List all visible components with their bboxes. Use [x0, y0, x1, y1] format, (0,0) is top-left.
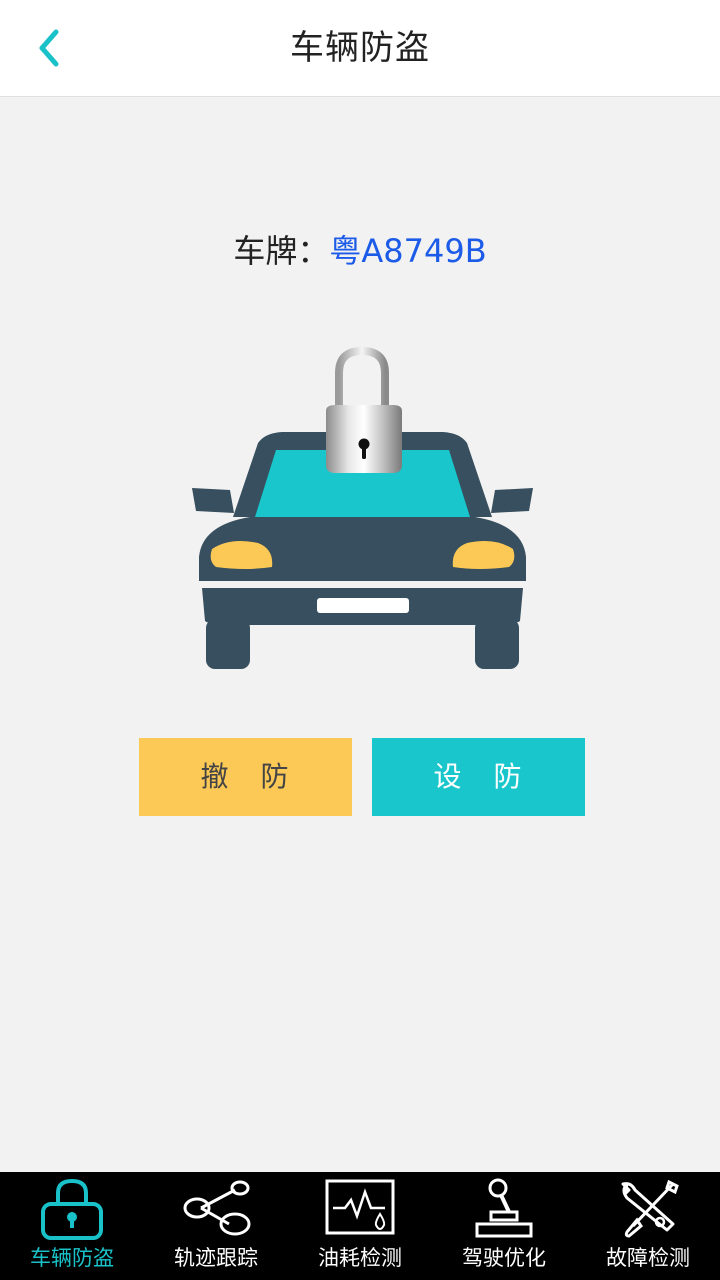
tab-driving-optimization[interactable]: 驾驶优化 — [432, 1172, 576, 1280]
share-nodes-icon — [183, 1180, 251, 1236]
tab-label: 故障检测 — [606, 1246, 690, 1270]
bottom-tab-bar: 车辆防盗 轨迹跟踪 油耗检测 驾驶优化 故障检测 — [0, 1172, 720, 1280]
tools-icon — [621, 1179, 679, 1238]
tab-fault-detection[interactable]: 故障检测 — [576, 1172, 720, 1280]
lock-icon — [41, 1178, 103, 1240]
tab-label: 车辆防盗 — [30, 1246, 114, 1270]
header-bar: 车辆防盗 — [0, 0, 720, 97]
fuel-monitor-icon — [325, 1179, 395, 1235]
disarm-button[interactable]: 撤 防 — [139, 738, 352, 816]
car-with-padlock-illustration — [192, 346, 533, 669]
tab-label: 驾驶优化 — [462, 1246, 546, 1270]
tab-track-tracking[interactable]: 轨迹跟踪 — [144, 1172, 288, 1280]
tab-label: 轨迹跟踪 — [174, 1246, 258, 1270]
arm-button[interactable]: 设 防 — [372, 738, 585, 816]
tab-vehicle-antitheft[interactable]: 车辆防盗 — [0, 1172, 144, 1280]
tab-label: 油耗检测 — [318, 1246, 402, 1270]
plate-row: 车牌：粤A8749B — [0, 226, 720, 276]
tab-fuel-consumption[interactable]: 油耗检测 — [288, 1172, 432, 1280]
plate-number: 粤A8749B — [329, 232, 487, 270]
padlock-icon — [326, 346, 402, 473]
page-title: 车辆防盗 — [290, 28, 430, 68]
gear-shift-icon — [475, 1178, 533, 1238]
plate-label: 车牌： — [233, 232, 330, 270]
